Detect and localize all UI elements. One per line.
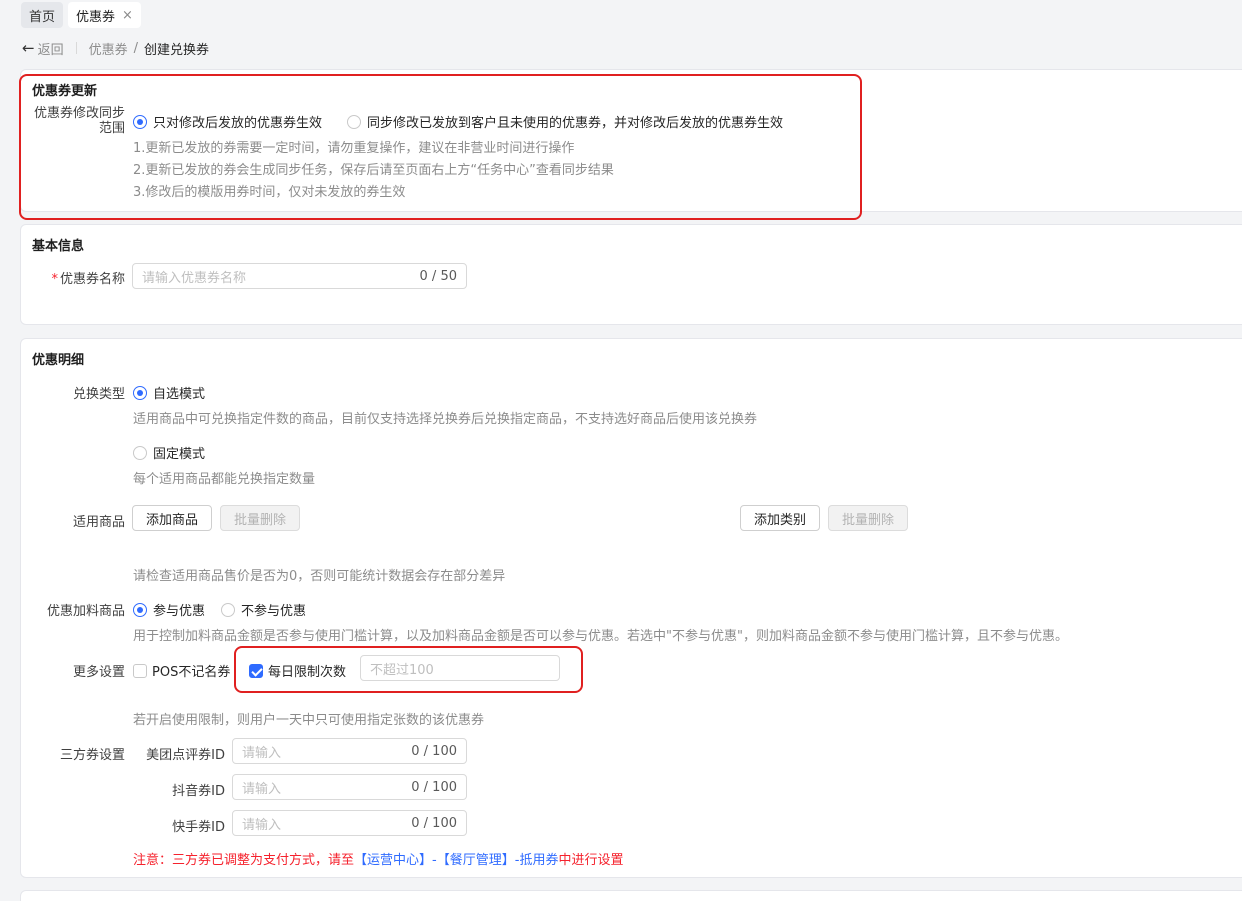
detail-title: 优惠明细 <box>32 353 85 368</box>
daily-limit-placeholder: 不超过100 <box>370 662 434 678</box>
kuaishou-id-label: 快手券ID <box>172 820 225 835</box>
batch-delete-category-button[interactable]: 批量删除 <box>828 505 908 531</box>
arrow-left-icon: ← <box>22 39 35 57</box>
tab-coupon-label: 优惠券 <box>76 9 116 25</box>
notice-suffix: 中进行设置 <box>558 853 624 868</box>
goods-label: 适用商品 <box>72 515 125 530</box>
sync-tip-3: 3.修改后的模版用券时间，仅对未发放的券生效 <box>133 185 406 200</box>
meituan-id-placeholder: 请输入 <box>242 745 282 761</box>
sync-card: 优惠券更新 优惠券修改同步范围 只对修改后发放的优惠券生效 同步修改已发放到客户… <box>20 69 1242 212</box>
sync-option-all-label: 同步修改已发放到客户且未使用的优惠券，并对修改后发放的优惠券生效 <box>367 116 784 131</box>
addon-label: 优惠加料商品 <box>46 604 125 619</box>
notice-link-operations[interactable]: 【运营中心】 <box>354 853 432 868</box>
notice-link-voucher[interactable]: 抵用券 <box>519 853 558 868</box>
coupon-name-input[interactable]: 请输入优惠券名称 0 / 50 <box>132 263 467 289</box>
tab-home-label: 首页 <box>29 9 56 25</box>
add-goods-button[interactable]: 添加商品 <box>132 505 212 531</box>
sync-option-new-only-label: 只对修改后发放的优惠券生效 <box>153 116 323 131</box>
tab-home[interactable]: 首页 <box>21 2 64 28</box>
sync-tip-1: 1.更新已发放的券需要一定时间，请勿重复操作，建议在非营业时间进行操作 <box>133 141 575 156</box>
douyin-id-placeholder: 请输入 <box>242 781 282 797</box>
meituan-id-label: 美团点评券ID <box>146 748 225 763</box>
meituan-id-input[interactable]: 请输入 0 / 100 <box>232 738 467 764</box>
addon-hint: 用于控制加料商品金额是否参与使用门槛计算，以及加料商品金额是否可以参与优惠。若选… <box>133 629 1068 644</box>
coupon-name-label-text: 优惠券名称 <box>59 272 125 287</box>
douyin-id-label: 抖音券ID <box>172 784 225 799</box>
meituan-id-count: 0 / 100 <box>411 743 457 759</box>
douyin-id-count: 0 / 100 <box>411 779 457 795</box>
sync-card-title: 优惠券更新 <box>32 84 98 99</box>
third-party-notice: 注意：三方券已调整为支付方式，请至【运营中心】-【餐厅管理】-抵用券中进行设置 <box>133 849 623 868</box>
addon-option-include[interactable]: 参与优惠 <box>133 600 205 619</box>
exchange-type-label: 兑换类型 <box>72 387 125 402</box>
sync-tip-2: 2.更新已发放的券会生成同步任务，保存后请至页面右上方“任务中心”查看同步结果 <box>133 163 614 178</box>
addon-option-exclude-label: 不参与优惠 <box>241 604 307 619</box>
tab-bar: 首页 优惠券 × <box>0 0 1242 30</box>
batch-delete-goods-button[interactable]: 批量删除 <box>220 505 300 531</box>
goods-hint: 请检查适用商品售价是否为0，否则可能统计数据会存在部分差异 <box>133 569 506 584</box>
sync-option-new-only[interactable]: 只对修改后发放的优惠券生效 <box>133 112 322 131</box>
daily-limit-hint: 若开启使用限制，则用户一天中只可使用指定张数的该优惠券 <box>133 713 485 728</box>
radio-checked-icon <box>133 114 147 129</box>
radio-unchecked-icon <box>133 445 147 460</box>
radio-unchecked-icon <box>347 114 361 129</box>
sync-scope-label: 优惠券修改同步范围 <box>33 106 125 136</box>
radio-checked-icon <box>133 385 147 400</box>
type-option-fixed-label: 固定模式 <box>153 447 206 462</box>
kuaishou-id-count: 0 / 100 <box>411 815 457 831</box>
breadcrumb-parent[interactable]: 优惠券 <box>89 39 128 58</box>
daily-limit-label: 每日限制次数 <box>268 665 347 680</box>
next-card <box>20 890 1242 901</box>
coupon-name-placeholder: 请输入优惠券名称 <box>142 270 247 286</box>
breadcrumb: ← 返回 优惠券 / 创建兑换券 <box>22 38 209 58</box>
divider <box>75 42 77 54</box>
douyin-id-input[interactable]: 请输入 0 / 100 <box>232 774 467 800</box>
daily-limit-checkbox[interactable]: 每日限制次数 <box>249 661 346 680</box>
type-custom-hint: 适用商品中可兑换指定件数的商品，目前仅支持选择兑换券后兑换指定商品，不支持选好商… <box>133 412 758 427</box>
close-icon[interactable]: × <box>122 8 133 23</box>
detail-card: 优惠明细 兑换类型 自选模式 适用商品中可兑换指定件数的商品，目前仅支持选择兑换… <box>20 338 1242 878</box>
back-label: 返回 <box>37 42 64 58</box>
breadcrumb-current: 创建兑换券 <box>144 42 210 58</box>
tab-coupon[interactable]: 优惠券 × <box>68 2 141 28</box>
daily-limit-input[interactable]: 不超过100 <box>360 655 560 681</box>
checkbox-unchecked-icon <box>133 663 147 678</box>
checkbox-checked-icon <box>249 663 263 678</box>
radio-unchecked-icon <box>221 602 235 617</box>
type-option-fixed[interactable]: 固定模式 <box>133 443 205 462</box>
third-party-label: 三方券设置 <box>59 748 125 763</box>
coupon-name-count: 0 / 50 <box>419 268 457 284</box>
kuaishou-id-input[interactable]: 请输入 0 / 100 <box>232 810 467 836</box>
required-mark: * <box>51 272 58 287</box>
addon-option-exclude[interactable]: 不参与优惠 <box>221 600 306 619</box>
back-button[interactable]: ← 返回 <box>22 39 64 58</box>
pos-anonymous-checkbox[interactable]: POS不记名券 <box>133 661 230 680</box>
radio-checked-icon <box>133 602 147 617</box>
notice-prefix: 注意：三方券已调整为支付方式，请至 <box>133 853 355 868</box>
sync-option-all[interactable]: 同步修改已发放到客户且未使用的优惠券，并对修改后发放的优惠券生效 <box>347 112 783 131</box>
type-option-custom-label: 自选模式 <box>153 387 206 402</box>
notice-link-restaurant[interactable]: 【餐厅管理】 <box>437 853 515 868</box>
breadcrumb-separator: / <box>133 40 138 56</box>
more-settings-label: 更多设置 <box>72 665 125 680</box>
type-fixed-hint: 每个适用商品都能兑换指定数量 <box>133 472 316 487</box>
basic-info-title: 基本信息 <box>32 239 85 254</box>
kuaishou-id-placeholder: 请输入 <box>242 817 282 833</box>
add-category-button[interactable]: 添加类别 <box>740 505 820 531</box>
pos-anonymous-label: POS不记名券 <box>152 665 231 680</box>
coupon-name-label: * 优惠券名称 <box>33 268 125 287</box>
type-option-custom[interactable]: 自选模式 <box>133 383 205 402</box>
addon-option-include-label: 参与优惠 <box>153 604 206 619</box>
basic-info-card: 基本信息 * 优惠券名称 请输入优惠券名称 0 / 50 <box>20 224 1242 325</box>
